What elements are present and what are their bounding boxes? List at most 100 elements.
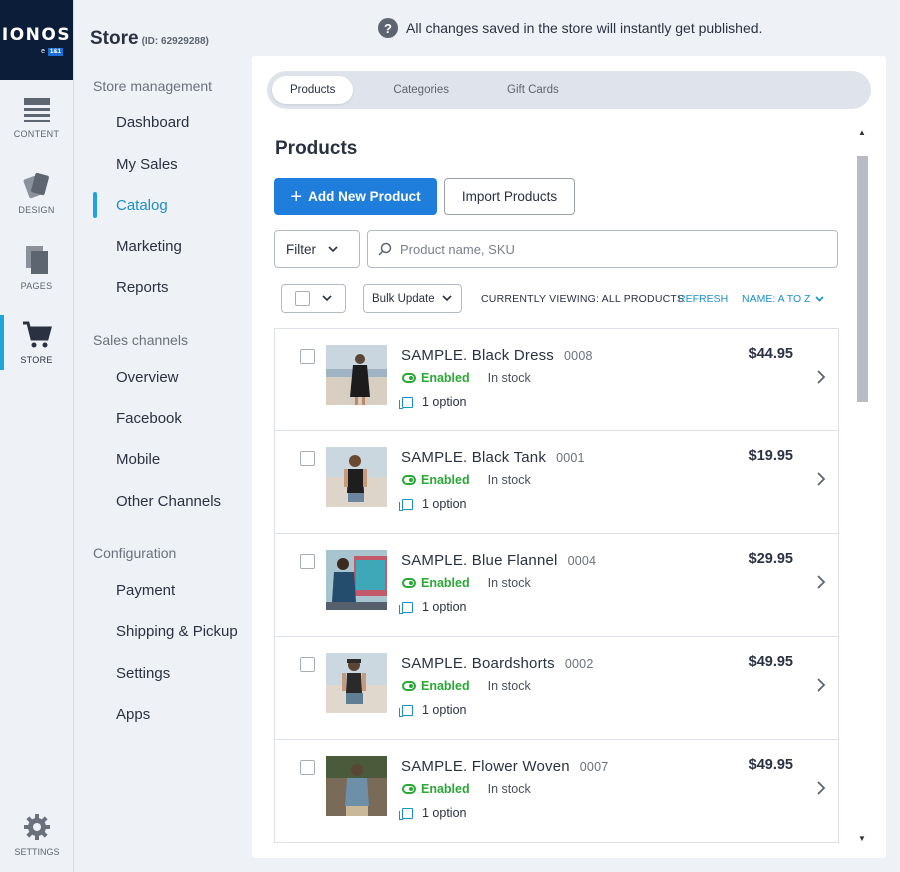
product-row[interactable]: SAMPLE. Black Tank 0001 Enabled In stock 1… [274,431,839,534]
product-status: Enabled In stock [402,473,531,487]
sidebar-item-overview[interactable]: Overview [116,369,179,386]
add-new-product-label: Add New Product [308,189,421,204]
app-rail: IONOS e 1&1 CONTENT DESIGN PAGES STORE SE… [0,0,74,872]
toggle-icon [402,681,416,691]
product-name[interactable]: SAMPLE. Black Tank 0001 [401,449,585,466]
search-icon [378,242,392,256]
add-new-product-button[interactable]: + Add New Product [274,178,437,215]
rail-item-store[interactable]: STORE [0,305,73,380]
sidebar-item-reports[interactable]: Reports [116,279,169,296]
tab-bar: Products Categories Gift Cards [267,71,871,109]
refresh-link[interactable]: REFRESH [678,293,728,305]
row-checkbox[interactable] [300,760,315,775]
rail-item-pages[interactable]: PAGES [0,230,73,305]
tab-categories[interactable]: Categories [375,76,467,104]
chevron-right-icon[interactable] [816,574,826,590]
product-price: $49.95 [748,654,793,670]
options-icon [399,704,413,717]
publish-info-text: All changes saved in the store will inst… [406,20,763,36]
product-price: $49.95 [748,757,793,773]
row-checkbox[interactable] [300,349,315,364]
product-price: $29.95 [748,551,793,567]
scroll-up-arrow[interactable]: ▲ [856,126,868,138]
sidebar-item-other-channels[interactable]: Other Channels [116,493,221,510]
toggle-icon [402,784,416,794]
sidebar-item-shipping-pickup[interactable]: Shipping & Pickup [116,623,238,640]
chevron-down-icon [815,296,825,302]
plus-icon: + [290,185,303,208]
help-icon[interactable]: ? [378,18,398,38]
import-products-button[interactable]: Import Products [444,178,575,215]
product-row[interactable]: SAMPLE. Flower Woven 0007 Enabled In stock… [274,740,839,843]
sidebar-item-settings[interactable]: Settings [116,665,170,682]
product-list: SAMPLE. Black Dress 0008 Enabled In stock … [274,328,839,843]
chevron-down-icon [328,245,338,252]
product-price: $44.95 [748,346,793,362]
tab-gift-cards[interactable]: Gift Cards [489,76,577,104]
sidebar-item-my-sales[interactable]: My Sales [116,156,178,173]
rail-item-label: DESIGN [18,204,55,215]
tab-products[interactable]: Products [272,76,354,104]
select-all-checkbox[interactable] [295,291,310,306]
scrollbar-thumb[interactable] [857,156,868,402]
main-panel: Products Categories Gift Cards Products … [252,56,886,858]
product-sku: 0002 [564,657,594,671]
sidebar-item-payment[interactable]: Payment [116,582,175,599]
options-icon [399,498,413,511]
section-sales-channels: Sales channels [93,332,188,348]
toggle-icon [402,475,416,485]
rail-item-design[interactable]: DESIGN [0,155,73,230]
rail-item-label: STORE [20,354,53,365]
sidebar-item-mobile[interactable]: Mobile [116,451,160,468]
viewing-status: CURRENTLY VIEWING: ALL PRODUCTS [481,293,685,305]
product-name[interactable]: SAMPLE. Flower Woven 0007 [401,758,608,775]
options-icon [399,807,413,820]
search-input[interactable] [400,241,820,257]
publish-info: ? All changes saved in the store will in… [378,18,762,38]
chevron-right-icon[interactable] [816,677,826,693]
product-name[interactable]: SAMPLE. Black Dress 0008 [401,347,593,364]
design-icon [23,172,49,198]
rail-item-content[interactable]: CONTENT [0,80,73,155]
store-sidebar: Store (ID: 62929288) Store management Das… [74,0,252,872]
select-all-dropdown[interactable] [281,284,346,313]
sidebar-item-marketing[interactable]: Marketing [116,238,182,255]
sort-label: NAME: A TO Z [742,293,811,305]
rail-item-label: CONTENT [13,128,60,139]
product-sku: 0004 [567,554,597,568]
cart-icon [22,321,52,347]
product-status: Enabled In stock [402,679,531,693]
chevron-right-icon[interactable] [816,780,826,796]
scrollbar[interactable]: ▲ ▼ [856,126,868,844]
sort-dropdown[interactable]: NAME: A TO Z [742,293,825,305]
section-store-management: Store management [93,78,213,94]
stock-status: In stock [487,576,531,590]
product-row[interactable]: SAMPLE. Boardshorts 0002 Enabled In stock … [274,637,839,740]
product-thumbnail [326,653,387,713]
sidebar-item-facebook[interactable]: Facebook [116,410,182,427]
rail-item-settings[interactable]: SETTINGS [0,797,74,872]
logo-text: IONOS [1,24,72,45]
product-status: Enabled In stock [402,371,531,385]
row-checkbox[interactable] [300,554,315,569]
chevron-right-icon[interactable] [816,471,826,487]
sidebar-item-catalog[interactable]: Catalog [116,197,168,214]
product-row[interactable]: SAMPLE. Black Dress 0008 Enabled In stock … [274,328,839,431]
product-name[interactable]: SAMPLE. Blue Flannel 0004 [401,552,596,569]
product-row[interactable]: SAMPLE. Blue Flannel 0004 Enabled In stock… [274,534,839,637]
product-thumbnail [326,756,387,816]
chevron-right-icon[interactable] [816,369,826,385]
product-name[interactable]: SAMPLE. Boardshorts 0002 [401,655,593,672]
ionos-logo[interactable]: IONOS e 1&1 [0,0,73,80]
stock-status: In stock [487,679,531,693]
product-options: 1 option [399,806,466,820]
sidebar-item-dashboard[interactable]: Dashboard [116,114,189,131]
filter-dropdown[interactable]: Filter [274,230,360,268]
scroll-down-arrow[interactable]: ▼ [856,832,868,844]
row-checkbox[interactable] [300,451,315,466]
bulk-update-dropdown[interactable]: Bulk Update [363,284,462,313]
sidebar-item-apps[interactable]: Apps [116,706,150,723]
search-field[interactable] [367,230,838,268]
row-checkbox[interactable] [300,657,315,672]
stock-status: In stock [487,473,531,487]
